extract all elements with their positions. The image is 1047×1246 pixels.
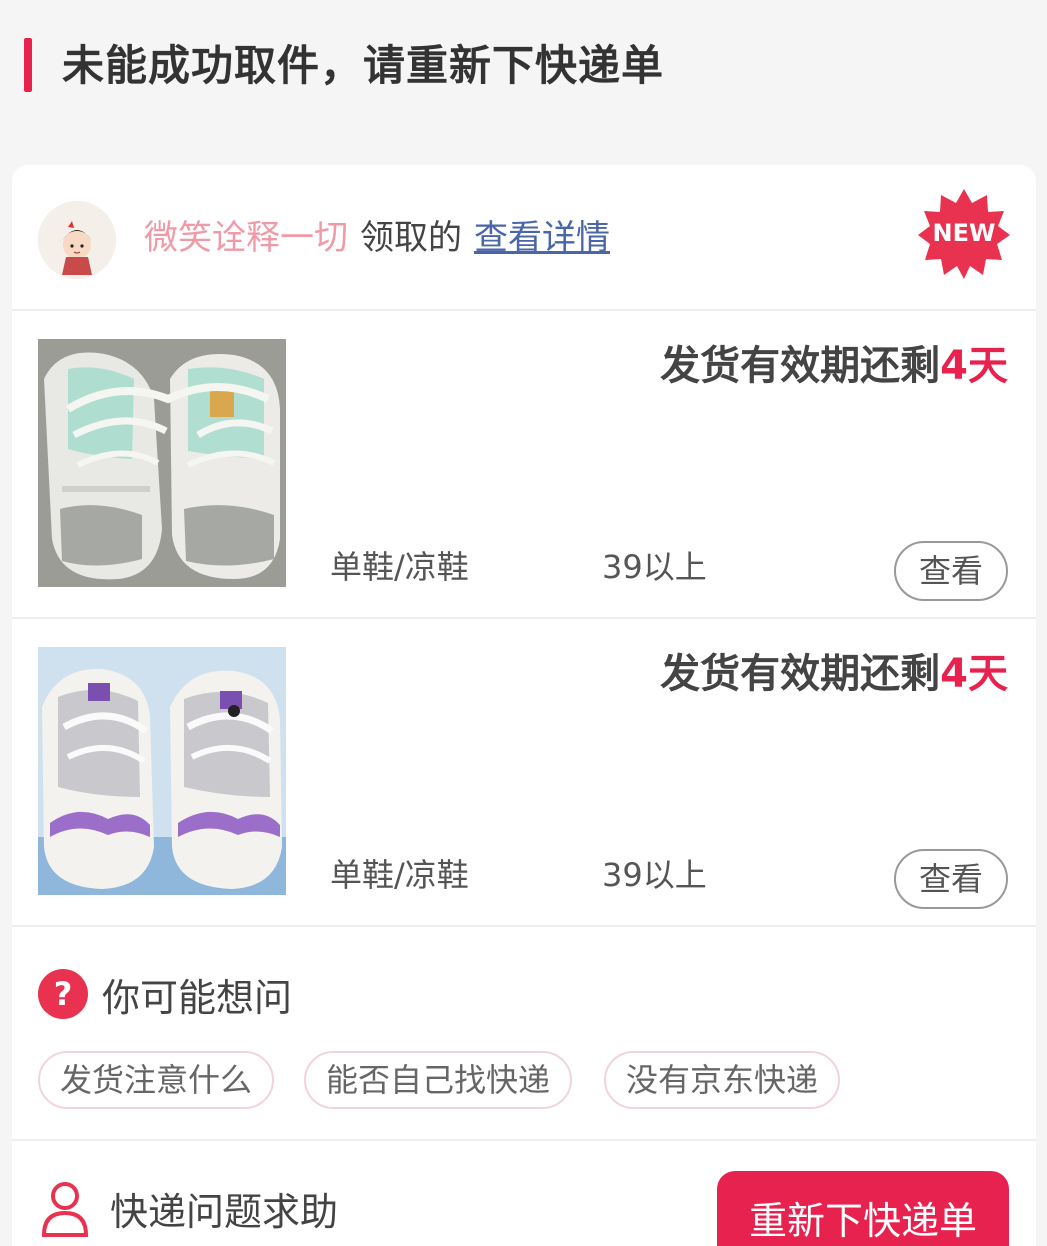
faq-chip[interactable]: 能否自己找快递	[304, 1051, 573, 1109]
avatar[interactable]	[38, 201, 116, 279]
view-item-button[interactable]: 查看	[894, 541, 1008, 601]
item-category: 单鞋/凉鞋	[330, 548, 469, 586]
glitter-sneakers-photo-icon	[38, 647, 286, 895]
page-title: 未能成功取件，请重新下快递单	[62, 41, 665, 90]
deadline-prefix: 发货有效期还剩	[660, 651, 941, 697]
deadline-days: 4天	[940, 343, 1008, 389]
header-accent-bar	[24, 38, 32, 92]
white-sneakers-photo-icon	[38, 339, 286, 587]
receiver-action: 领取的	[360, 218, 462, 258]
page: 未能成功取件，请重新下快递单 微笑诠释一切 领取的 查看详情 NEW 发货有效期…	[0, 0, 1047, 1246]
view-item-button[interactable]: 查看	[894, 849, 1008, 909]
reorder-shipping-button[interactable]: 重新下快递单	[717, 1171, 1009, 1246]
question-mark-icon: ?	[38, 969, 88, 1019]
svg-text:?: ?	[54, 975, 73, 1013]
receiver-text: 微笑诠释一切 领取的 查看详情	[144, 211, 610, 265]
header: 未能成功取件，请重新下快递单	[0, 0, 1047, 130]
item-category: 单鞋/凉鞋	[330, 856, 469, 894]
faq-chip[interactable]: 发货注意什么	[38, 1051, 275, 1109]
item-row: 发货有效期还剩4天 单鞋/凉鞋 39以上 查看	[12, 311, 1036, 619]
deadline-prefix: 发货有效期还剩	[660, 343, 941, 389]
help-section: 快递问题求助 重新下快递单	[12, 1141, 1036, 1246]
order-card: 微笑诠释一切 领取的 查看详情 NEW 发货有效期还剩4天 单鞋/凉鞋 39以上…	[12, 165, 1036, 1246]
item-size: 39以上	[602, 856, 707, 894]
faq-chip[interactable]: 没有京东快递	[604, 1051, 841, 1109]
view-details-link[interactable]: 查看详情	[474, 218, 610, 258]
item-photo[interactable]	[38, 339, 286, 587]
deadline-days: 4天	[940, 651, 1008, 697]
receiver-name[interactable]: 微笑诠释一切	[144, 218, 348, 258]
faq-title: 你可能想问	[102, 976, 293, 1020]
shipping-help-link[interactable]: 快递问题求助	[110, 1185, 338, 1239]
person-icon[interactable]	[40, 1181, 90, 1237]
ship-deadline: 发货有效期还剩4天	[660, 339, 1008, 393]
item-size: 39以上	[602, 548, 707, 586]
item-photo[interactable]	[38, 647, 286, 895]
item-row: 发货有效期还剩4天 单鞋/凉鞋 39以上 查看	[12, 619, 1036, 927]
faq-section: ? 你可能想问 发货注意什么 能否自己找快递 没有京东快递	[12, 927, 1036, 1141]
ship-deadline: 发货有效期还剩4天	[660, 647, 1008, 701]
new-badge: NEW	[918, 187, 1010, 279]
new-badge-label: NEW	[933, 219, 996, 247]
receiver-row: 微笑诠释一切 领取的 查看详情 NEW	[12, 165, 1036, 311]
